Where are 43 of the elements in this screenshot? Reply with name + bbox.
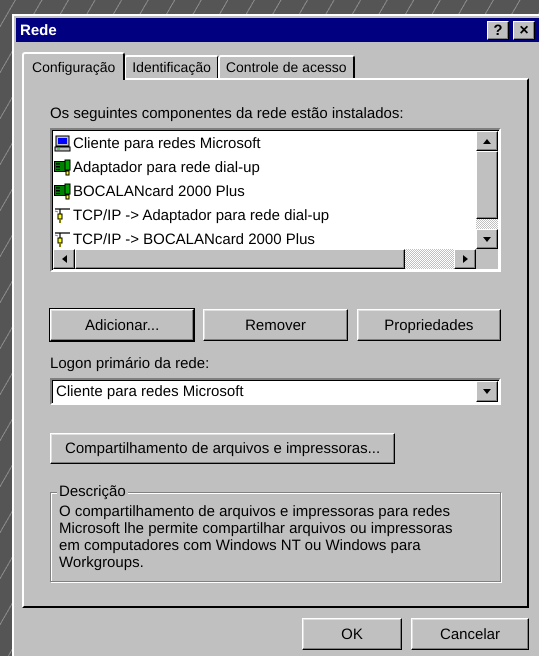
button[interactable]: Propriedades [356, 309, 501, 341]
down-arrow-icon [483, 236, 491, 242]
logon-dropdown[interactable]: Cliente para redes Microsoft [50, 378, 501, 405]
list-item[interactable]: TCP/IP -> Adaptador para rede dial-up [73, 206, 330, 224]
close-button[interactable]: × [513, 20, 535, 40]
list-item[interactable]: BOCALANcard 2000 Plus [73, 182, 245, 200]
button[interactable]: Remover [203, 309, 348, 341]
cable-icon [54, 230, 71, 248]
vertical-scrollbar[interactable] [476, 131, 498, 249]
cable-icon [54, 206, 71, 224]
group-title: Descrição [57, 484, 128, 500]
down-arrow-icon [483, 389, 491, 394]
tab[interactable]: Controle de acesso [218, 55, 355, 78]
tab[interactable]: Identificação [124, 55, 219, 78]
list-item[interactable]: Cliente para redes Microsoft [73, 134, 261, 152]
list-item[interactable]: Adaptador para rede dial-up [73, 158, 260, 176]
computer-icon [54, 134, 71, 152]
network-card-icon [54, 182, 71, 200]
field-label: Logon primário da rede: [50, 355, 210, 372]
list-item[interactable]: TCP/IP -> BOCALANcard 2000 Plus [73, 230, 315, 248]
scroll-track[interactable] [476, 219, 498, 229]
scroll-right-button[interactable] [454, 249, 476, 269]
component-list[interactable]: Cliente para redes Microsoft Adaptador para rede dial-up BOCALANcard 2000 Plus TCP/IP -> Adaptador para rede dial-up TCP/IP -> BOCALANcard 2000 Plus [50, 128, 501, 272]
sharing-button[interactable]: Compartilhamento de arquivos e impressoras... [50, 433, 396, 464]
window-title: Rede [20, 22, 57, 38]
horizontal-scrollbar[interactable] [53, 249, 498, 269]
right-arrow-icon [462, 255, 468, 263]
scrollbar-corner [476, 249, 498, 269]
scroll-left-button[interactable] [53, 249, 75, 269]
network-card-icon [54, 158, 71, 176]
tab[interactable]: Configuração [22, 52, 126, 80]
description-text: O compartilhamento de arquivos e impressoras para redes Microsoft lhe permite compartilhar arquivos ou impressoras em computadores com Windows NT ou Windows para Workgroups. [59, 503, 454, 571]
help-button[interactable]: ? [487, 20, 509, 40]
button[interactable]: Adicionar... [50, 309, 194, 341]
scroll-thumb[interactable] [75, 249, 405, 269]
button[interactable]: OK [302, 618, 402, 650]
scroll-thumb[interactable] [476, 151, 498, 219]
list-label: Os seguintes componentes da rede estão instalados: [50, 105, 405, 122]
left-arrow-icon [62, 255, 66, 263]
scroll-down-button[interactable] [476, 229, 498, 249]
up-arrow-icon [483, 138, 491, 144]
scroll-up-button[interactable] [476, 131, 498, 151]
button[interactable]: Cancelar [411, 618, 529, 650]
